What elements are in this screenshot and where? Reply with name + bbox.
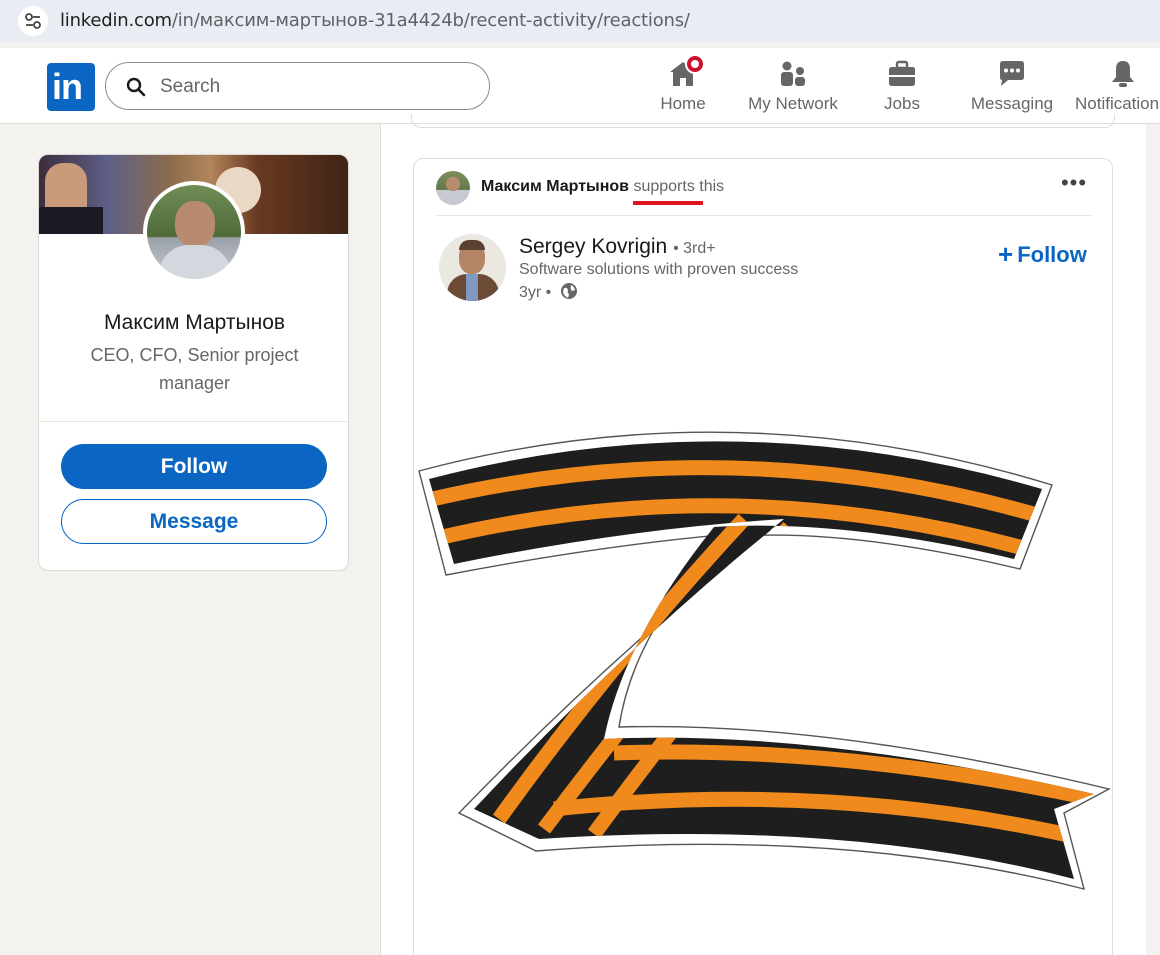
follow-author-label: Follow xyxy=(1017,242,1087,267)
reaction-suffix: this xyxy=(699,178,725,195)
divider xyxy=(436,215,1092,216)
z-ribbon-image[interactable] xyxy=(414,409,1113,929)
search-input[interactable] xyxy=(160,75,460,99)
reaction-text: Максим Мартынов supports this xyxy=(481,178,724,196)
connection-degree: • 3rd+ xyxy=(673,240,716,257)
search-box[interactable] xyxy=(105,62,490,110)
url-path: /in/максим-мартынов-31a4424b/recent-acti… xyxy=(171,10,690,31)
profile-avatar[interactable] xyxy=(143,181,245,283)
message-button[interactable]: Message xyxy=(61,499,327,544)
author-headline: Software solutions with proven success xyxy=(519,261,799,278)
site-settings-icon[interactable] xyxy=(18,6,48,36)
nav-notifications[interactable]: Notifications xyxy=(1075,58,1160,116)
reactor-name[interactable]: Максим Мартынов xyxy=(481,178,629,195)
author-avatar[interactable] xyxy=(439,234,506,301)
nav-home-label: Home xyxy=(660,94,706,113)
bell-icon xyxy=(1112,61,1134,87)
previous-post-card xyxy=(411,114,1115,128)
author-name-text[interactable]: Sergey Kovrigin xyxy=(519,235,667,258)
search-icon xyxy=(126,77,146,97)
messaging-icon xyxy=(1000,61,1024,86)
follow-author-button[interactable]: + Follow xyxy=(998,239,1087,270)
post-card: Максим Мартынов supports this ••• Sergey… xyxy=(413,158,1113,955)
nav-messaging-label: Messaging xyxy=(970,94,1054,113)
reaction-header: Максим Мартынов supports this ••• xyxy=(414,159,1112,215)
divider xyxy=(39,421,348,422)
nav-home[interactable]: Home xyxy=(653,54,713,116)
nav-jobs-label: Jobs xyxy=(884,94,920,113)
profile-name[interactable]: Максим Мартынов xyxy=(39,311,348,335)
nav-jobs[interactable]: Jobs xyxy=(872,58,932,116)
linkedin-logo[interactable]: in xyxy=(47,63,95,111)
more-options-icon[interactable]: ••• xyxy=(1058,172,1090,201)
post-age: 3yr • xyxy=(519,284,552,301)
nav-my-network-label: My Network xyxy=(748,94,838,113)
top-navigation: in Home My Network xyxy=(0,48,1160,124)
nav-my-network[interactable]: My Network xyxy=(745,58,841,116)
activity-feed: Максим Мартынов supports this ••• Sergey… xyxy=(380,114,1146,955)
nav-messaging[interactable]: Messaging xyxy=(968,58,1056,116)
reaction-verb: supports xyxy=(633,178,695,195)
notification-badge xyxy=(685,54,705,74)
red-underline-annotation xyxy=(633,201,703,205)
network-icon xyxy=(781,61,805,86)
url-text[interactable]: linkedin.com/in/максим-мартынов-31a4424b… xyxy=(60,10,690,31)
briefcase-icon xyxy=(889,60,915,86)
nav-notifications-label: Notifications xyxy=(1075,94,1160,113)
author-name[interactable]: Sergey Kovrigin • 3rd+ xyxy=(519,235,716,259)
reactor-avatar[interactable] xyxy=(436,171,470,205)
plus-icon: + xyxy=(998,239,1014,269)
globe-icon xyxy=(560,283,577,299)
profile-card: Максим Мартынов CEO, CFO, Senior project… xyxy=(38,154,349,571)
profile-headline: CEO, CFO, Senior project manager xyxy=(90,345,299,393)
post-timestamp: 3yr • xyxy=(519,282,578,302)
follow-button[interactable]: Follow xyxy=(61,444,327,489)
logo-text: in xyxy=(52,66,83,107)
url-host: linkedin.com xyxy=(60,10,172,31)
browser-address-bar[interactable]: linkedin.com/in/максим-мартынов-31a4424b… xyxy=(0,0,1160,42)
